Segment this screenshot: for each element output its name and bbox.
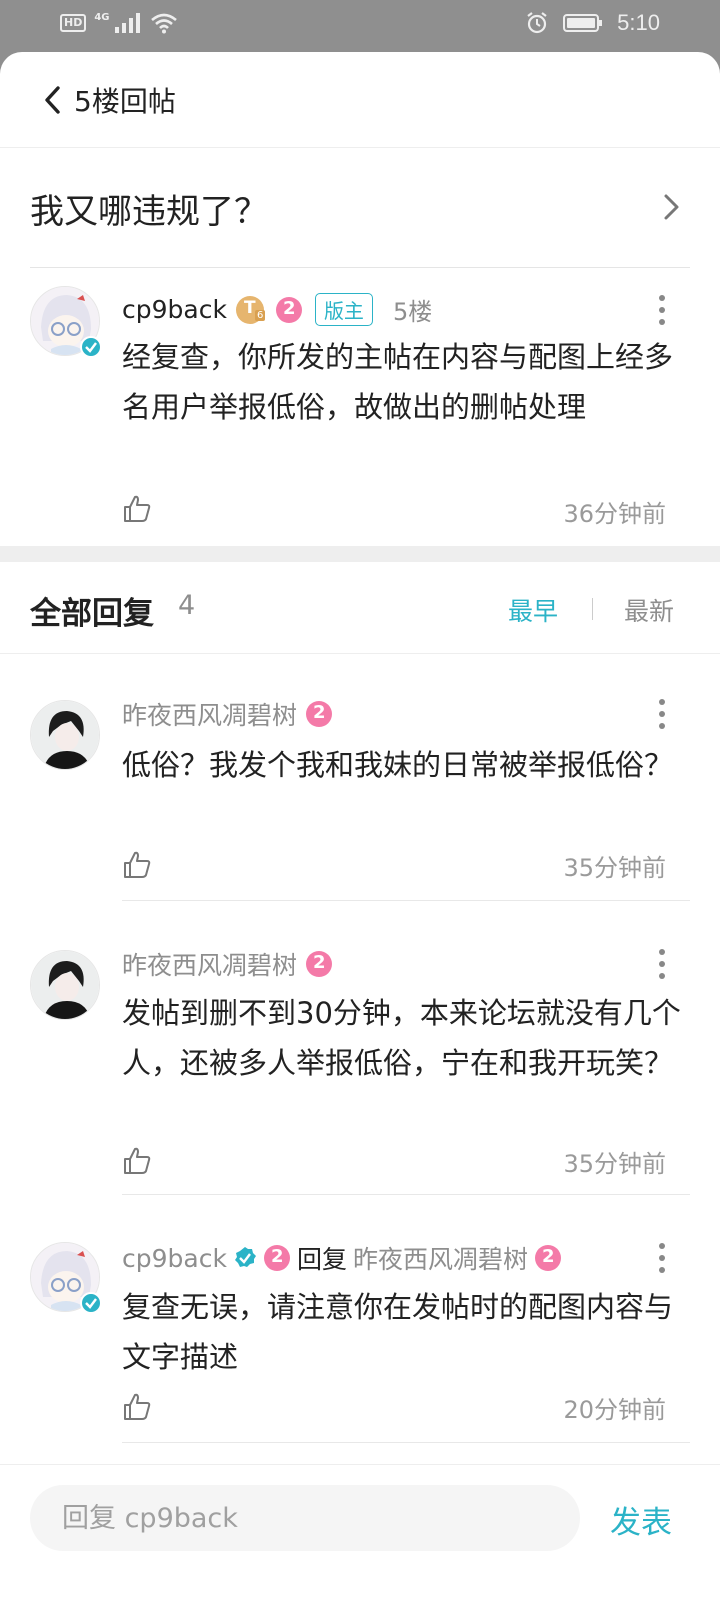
like-icon[interactable] (122, 1392, 152, 1422)
reply-text: 低俗？我发个我和我妹的日常被举报低俗？ (122, 748, 674, 782)
author-name[interactable]: 昨夜西风凋碧树 (122, 696, 297, 732)
more-options-icon[interactable] (652, 694, 672, 734)
status-left: HD 4G (60, 12, 178, 34)
replies-count: 4 (178, 590, 196, 621)
page-title: 5楼回帖 (74, 85, 176, 118)
bottom-reply-bar: 发表 (0, 1464, 720, 1600)
all-replies-title: 全部回复 (30, 596, 154, 632)
sort-latest-tab[interactable]: 最新 (624, 592, 674, 628)
level-badge-icon: T 6 (235, 295, 267, 325)
moderator-tag: 版主 (314, 293, 373, 326)
gender-badge-icon: 2 (263, 1244, 291, 1272)
reply-divider (122, 1194, 690, 1195)
publish-button[interactable]: 发表 (610, 1497, 672, 1542)
sort-separator (592, 598, 593, 620)
like-icon[interactable] (122, 850, 152, 880)
gender-badge-icon: 2 (534, 1244, 562, 1272)
verified-icon (80, 336, 102, 358)
battery-icon (563, 14, 603, 32)
reply-sheet: 5楼回帖 我又哪违规了？ cp9back T 6 2 版主 5楼 经复查，你所发… (0, 52, 720, 1600)
top-bar: 5楼回帖 (0, 52, 720, 148)
author-line: 昨夜西风凋碧树 2 (122, 696, 333, 732)
section-divider (0, 546, 720, 562)
reply-divider (122, 900, 690, 901)
hd-icon: HD (60, 14, 87, 32)
floor-number: 5楼 (392, 298, 433, 326)
comment-text: 经复查，你所发的主帖在内容与配图上经多名用户举报低俗，故做出的删帖处理 (122, 340, 674, 424)
more-options-icon[interactable] (652, 944, 672, 984)
gender-badge-icon: 2 (275, 296, 303, 324)
reply-time: 35分钟前 (563, 1150, 666, 1178)
reply-item: cp9back 2 回复 昨夜西风凋碧树 2 复查无误，请注意你在发帖时的配图内… (0, 1232, 720, 1462)
verified-icon (234, 1247, 256, 1267)
wifi-icon (150, 13, 177, 34)
network-type: 4G (94, 11, 110, 23)
comment-time: 36分钟前 (563, 500, 666, 528)
like-icon[interactable] (122, 1146, 152, 1176)
reply-to-label: 回复 (296, 1245, 347, 1274)
reply-item: 昨夜西风凋碧树 2 发帖到删不到30分钟，本来论坛就没有几个人，还被多人举报低俗… (0, 938, 720, 1198)
more-options-icon[interactable] (652, 1238, 672, 1278)
signal-icon (114, 13, 140, 33)
author-line: cp9back 2 回复 昨夜西风凋碧树 2 (122, 1240, 562, 1276)
like-icon[interactable] (122, 494, 152, 524)
gender-badge-icon: 2 (305, 700, 333, 728)
status-right: 5:10 (525, 10, 660, 36)
reply-time: 35分钟前 (563, 854, 666, 882)
verified-icon (80, 1292, 102, 1314)
main-comment: cp9back T 6 2 版主 5楼 经复查，你所发的主帖在内容与配图上经多名… (0, 284, 720, 544)
reply-input[interactable] (30, 1485, 580, 1551)
back-arrow-icon[interactable] (38, 82, 68, 118)
reply-target-name[interactable]: 昨夜西风凋碧树 (353, 1240, 528, 1276)
avatar[interactable] (30, 950, 100, 1020)
original-post-link[interactable]: 我又哪违规了？ (30, 148, 690, 268)
replies-header: 全部回复 4 最早 最新 (0, 562, 720, 654)
author-name[interactable]: cp9back (122, 295, 227, 324)
sort-earliest-tab[interactable]: 最早 (508, 592, 558, 628)
author-name[interactable]: 昨夜西风凋碧树 (122, 946, 297, 982)
chevron-right-icon (664, 194, 679, 220)
avatar[interactable] (30, 700, 100, 770)
author-line: 昨夜西风凋碧树 2 (122, 946, 333, 982)
reply-time: 20分钟前 (563, 1396, 666, 1424)
avatar-image (31, 701, 99, 769)
status-bar: HD 4G 5:10 (0, 0, 720, 52)
alarm-icon (527, 12, 547, 34)
author-name[interactable]: cp9back (122, 1244, 227, 1273)
post-title: 我又哪违规了？ (30, 192, 268, 232)
reply-text: 复查无误，请注意你在发帖时的配图内容与文字描述 (122, 1290, 674, 1374)
reply-divider (122, 1442, 690, 1443)
avatar-image (31, 951, 99, 1019)
more-options-icon[interactable] (652, 290, 672, 330)
author-line: cp9back T 6 2 版主 5楼 (122, 292, 432, 327)
reply-text: 发帖到删不到30分钟，本来论坛就没有几个人，还被多人举报低俗，宁在和我开玩笑？ (122, 996, 681, 1080)
reply-item: 昨夜西风凋碧树 2 低俗？我发个我和我妹的日常被举报低俗？ 35分钟前 (0, 688, 720, 902)
gender-badge-icon: 2 (305, 950, 333, 978)
clock: 5:10 (617, 10, 660, 35)
